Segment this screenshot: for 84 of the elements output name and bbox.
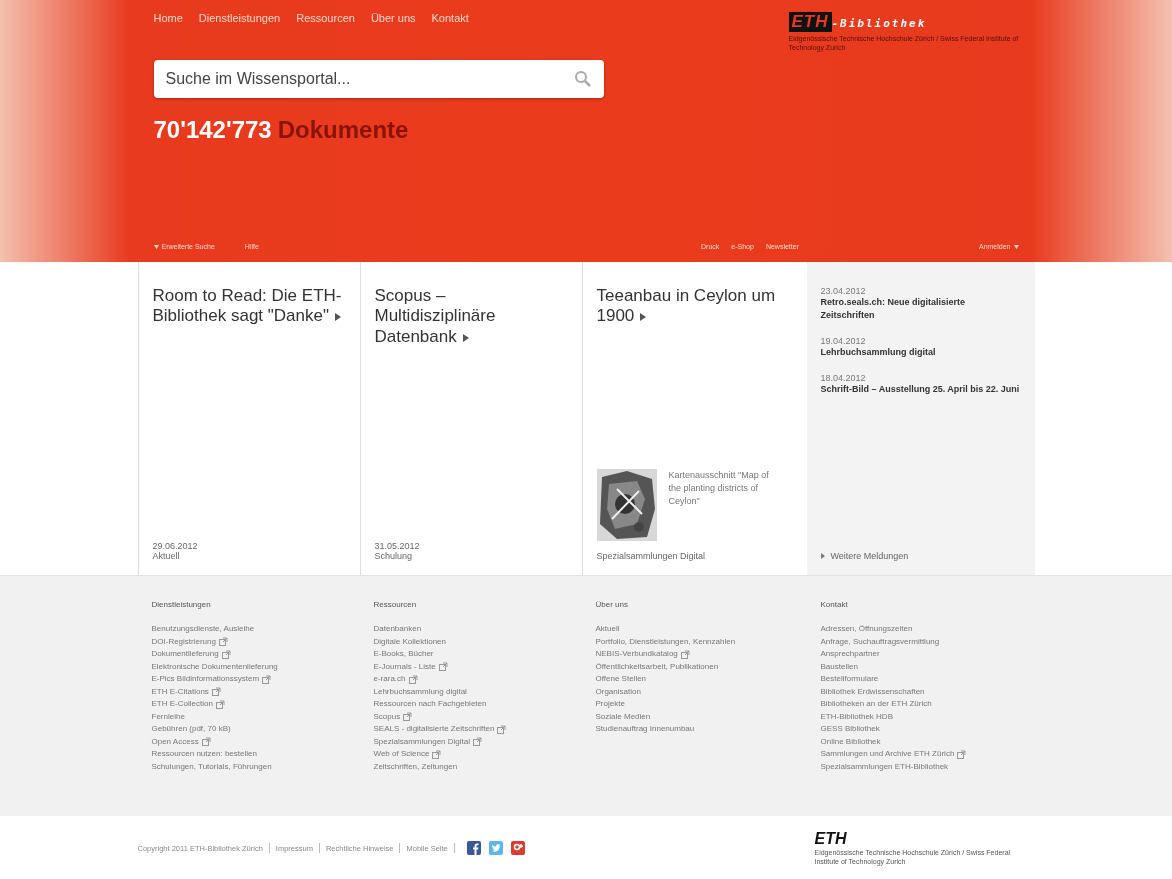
- footer-link[interactable]: Lehrbuchsammlung digital: [373, 685, 582, 698]
- footer-heading: Kontakt: [820, 600, 849, 609]
- google-plus-icon[interactable]: [510, 841, 525, 855]
- news-category: Schulung: [374, 551, 414, 561]
- picture-caption: Kartenausschnitt "Map of the planting districts of Ceylon": [668, 469, 770, 509]
- footer-link[interactable]: ETH E-Collection: [151, 698, 360, 711]
- news-card-title[interactable]: Scopus – Multidisziplinäre Datenbank: [374, 286, 568, 348]
- footer-link[interactable]: Portfolio, Dienstleistungen, Kennzahlen: [595, 635, 807, 648]
- footer-link[interactable]: e-rara.ch: [373, 673, 582, 686]
- footer-link[interactable]: Benutzungsdienste, Ausleihe: [151, 623, 360, 636]
- footer-link[interactable]: Online Bibliothek: [820, 735, 1035, 748]
- footer-link[interactable]: Zeitschriften, Zeitungen: [373, 760, 582, 773]
- footer-link[interactable]: Anfrage, Suchauftragsvermittlung: [820, 635, 1035, 648]
- search-field[interactable]: Suche im Wissensportal...: [153, 60, 604, 99]
- footer-link[interactable]: Dokumentlieferung: [151, 648, 360, 661]
- facebook-icon[interactable]: [466, 841, 481, 855]
- footer-link[interactable]: NEBIS-Verbundkatalog: [595, 648, 807, 661]
- footer-link[interactable]: Gebühren (pdf, 70 kB): [151, 723, 360, 736]
- news-link[interactable]: Schrift-Bild – Ausstellung 25. April bis 22. Juni: [820, 383, 1021, 397]
- footer-link[interactable]: Spezialsammlungen ETH-Bibliothek: [820, 760, 1035, 773]
- footer-link[interactable]: SEALS - digitalisierte Zeitschriften: [373, 723, 582, 736]
- footer-link[interactable]: Adressen, Öffnungszeiten: [820, 623, 1035, 636]
- news-date: 23.04.2012: [820, 286, 867, 296]
- news-link[interactable]: Lehrbuchsammlung digital: [820, 346, 1021, 360]
- footer-link[interactable]: Bestellformulare: [820, 673, 1035, 686]
- footer-link[interactable]: Scopus: [373, 710, 582, 723]
- logo-name[interactable]: -Bibliothek: [831, 17, 927, 30]
- footer-link[interactable]: Ansprechpartner: [820, 648, 1035, 661]
- footer-heading: Über uns: [595, 600, 629, 609]
- news-category: Aktuell: [152, 551, 181, 561]
- footer-heading: Dienstleistungen: [151, 600, 212, 609]
- footer-link[interactable]: Organisation: [595, 685, 807, 698]
- nav-link[interactable]: Über uns: [370, 12, 416, 53]
- footer-link[interactable]: Projekte: [595, 698, 807, 711]
- logo-mark[interactable]: ETH: [788, 12, 832, 32]
- footer-link[interactable]: Studienauftrag Innenumbau: [595, 723, 807, 736]
- footer-link[interactable]: Fernleihe: [151, 710, 360, 723]
- nav-link[interactable]: Dienstleistungen: [198, 12, 281, 53]
- nav-link[interactable]: Kontakt: [431, 12, 469, 53]
- footer-link[interactable]: Spezialsammlungen Digital: [373, 735, 582, 748]
- footer-link[interactable]: DOI-Registrierung: [151, 635, 360, 648]
- news-category: Spezialsammlungen Digital: [596, 551, 707, 561]
- news-card-title[interactable]: Room to Read: Die ETH-Bibliothek sagt "Danke": [152, 286, 346, 327]
- arrow-icon: [820, 553, 825, 559]
- footer-link[interactable]: Schulungen, Tutorials, Führungen: [151, 760, 360, 773]
- footer-link[interactable]: E-Books, Bücher: [373, 648, 582, 661]
- footer-link[interactable]: Aktuell: [595, 623, 807, 636]
- footer-link[interactable]: Web of Science: [373, 748, 582, 761]
- footer-link[interactable]: Sammlungen und Archive ETH Zürich: [820, 748, 1035, 761]
- footer-heading: Ressourcen: [373, 600, 418, 609]
- nav-link[interactable]: Home: [153, 12, 183, 53]
- footer-link[interactable]: Bibliotheken an der ETH Zürich: [820, 698, 1035, 711]
- footer-link[interactable]: Ressourcen nutzen: bestellen: [151, 748, 360, 761]
- document-count: 70'142'773: [153, 116, 272, 145]
- footer-link[interactable]: E-Pics Bildinformationssystem: [151, 673, 360, 686]
- footer-link[interactable]: Datenbanken: [373, 623, 582, 636]
- arrow-icon: [335, 313, 341, 322]
- footer-link[interactable]: Ressourcen nach Fachgebieten: [373, 698, 582, 711]
- footer-link[interactable]: Open Access: [151, 735, 360, 748]
- news-date: 19.04.2012: [820, 336, 867, 347]
- caret-icon: [1013, 244, 1019, 249]
- footer-link[interactable]: Soziale Medien: [595, 710, 807, 723]
- nav-link[interactable]: Ressourcen: [296, 12, 355, 53]
- news-date: 31.05.2012: [374, 541, 421, 551]
- footer-link[interactable]: E-Journals - Liste: [373, 660, 582, 673]
- eth-logo: ETH: [814, 829, 848, 848]
- footer-link[interactable]: Bibliothek Erdwissenschaften: [820, 685, 1035, 698]
- news-date: 18.04.2012: [820, 373, 867, 384]
- arrow-icon: [462, 333, 469, 342]
- footer-link[interactable]: Baustellen: [820, 660, 1035, 673]
- news-card-title[interactable]: Teeanbau in Ceylon um 1900: [596, 286, 793, 327]
- footer-link[interactable]: Elektronische Dokumentenlieferung: [151, 660, 360, 673]
- document-label: Dokumente: [277, 116, 409, 145]
- more-news-link[interactable]: Weitere Meldungen: [820, 551, 1021, 561]
- footer-link[interactable]: ETH-Bibliothek HDB: [820, 710, 1035, 723]
- news-link[interactable]: Retro.seals.ch: Neue digitalisierte Zeitschriften: [820, 296, 1021, 323]
- footer-link[interactable]: Offene Stellen: [595, 673, 807, 686]
- news-date: 29.06.2012: [152, 541, 199, 551]
- caret-icon: [153, 244, 159, 249]
- footer-link[interactable]: Öffentlichkeitsarbeit, Publikationen: [595, 660, 807, 673]
- arrow-icon: [640, 313, 647, 322]
- footer-link[interactable]: GESS Bibliothek: [820, 723, 1035, 736]
- footer-link[interactable]: Digitale Kollektionen: [373, 635, 582, 648]
- footer-link[interactable]: ETH E-Citations: [151, 685, 360, 698]
